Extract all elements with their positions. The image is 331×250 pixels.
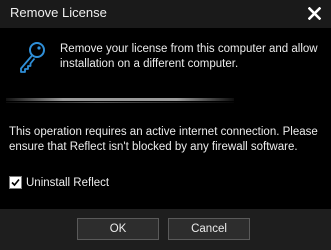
uninstall-checkbox[interactable] [9, 176, 22, 189]
close-button[interactable] [303, 2, 325, 24]
dialog-title: Remove License [10, 5, 107, 20]
title-bar: Remove License [0, 0, 331, 28]
button-bar [0, 209, 331, 250]
description-text: Remove your license from this computer a… [60, 43, 318, 70]
close-icon [307, 6, 321, 20]
ok-button[interactable]: OK [77, 218, 159, 240]
remove-license-dialog: Remove License Remove your license from … [0, 0, 331, 250]
uninstall-label[interactable]: Uninstall Reflect [26, 177, 109, 189]
cancel-button[interactable]: Cancel [168, 218, 250, 240]
internet-notice-text: This operation requires an active intern… [9, 126, 318, 153]
divider [6, 98, 234, 101]
key-icon [20, 42, 45, 73]
uninstall-option[interactable]: Uninstall Reflect [9, 176, 109, 189]
checkmark-icon [11, 178, 20, 187]
divider-shadow [6, 102, 234, 103]
